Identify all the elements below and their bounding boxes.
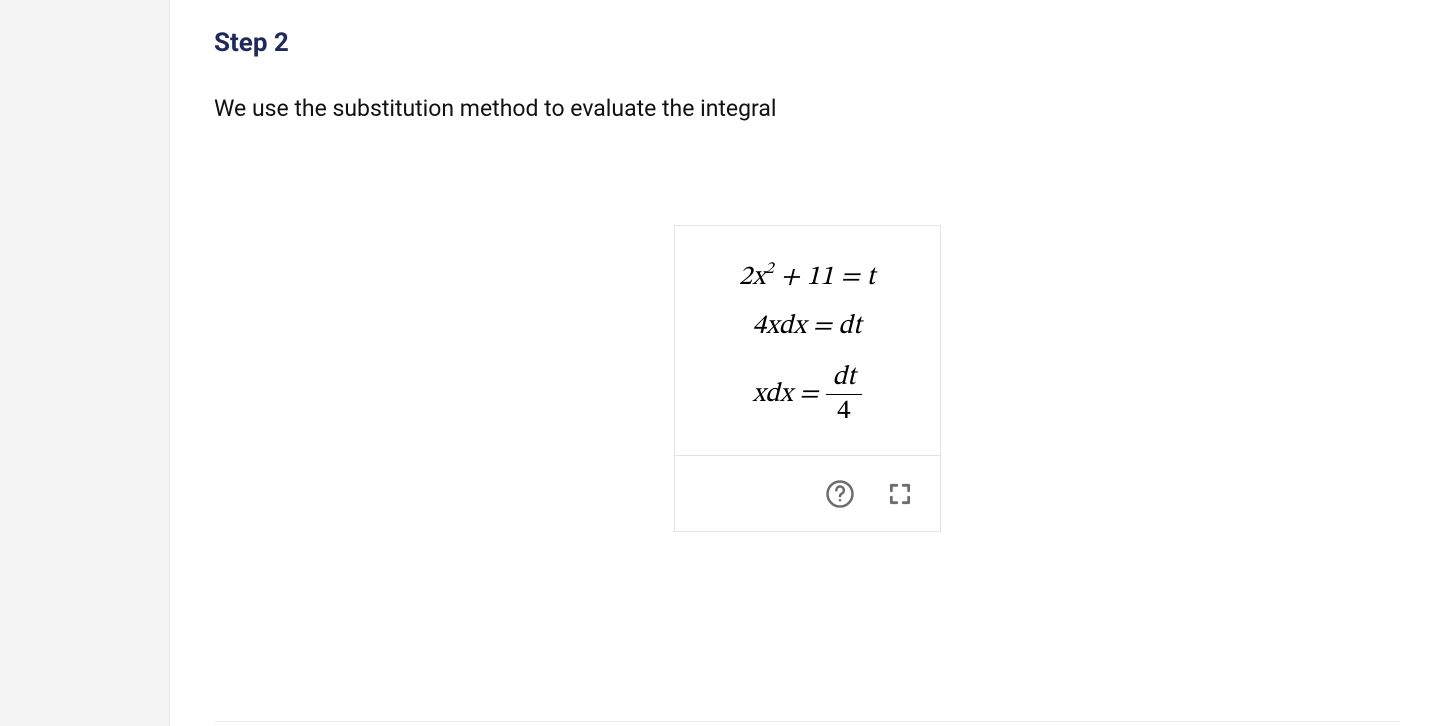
math-figure: 2x2 + 11 = t 4xdx = dt xdx = dt 4: [674, 225, 941, 532]
fraction-numerator: dt: [826, 362, 861, 393]
help-circle-icon: [825, 479, 855, 509]
math-line-3: xdx = dt 4: [752, 362, 861, 427]
divider: [214, 721, 1400, 722]
left-gutter: [0, 0, 170, 726]
step-heading: Step 2: [214, 28, 1400, 58]
fullscreen-button[interactable]: [884, 478, 916, 510]
math-line-1: 2x2 + 11 = t: [675, 262, 940, 291]
math-toolbar: [675, 455, 940, 531]
page-root: Step 2 We use the substitution method to…: [0, 0, 1444, 726]
intro-text: We use the substitution method to evalua…: [214, 92, 1400, 125]
math-body: 2x2 + 11 = t 4xdx = dt xdx = dt 4: [675, 226, 940, 455]
content-area: Step 2 We use the substitution method to…: [170, 0, 1444, 726]
math-line-3-lhs: xdx =: [752, 381, 818, 408]
help-button[interactable]: [824, 478, 856, 510]
fraction: dt 4: [826, 362, 861, 427]
math-line-2: 4xdx = dt: [675, 313, 940, 340]
fraction-bar: [826, 394, 861, 395]
fraction-denominator: 4: [831, 396, 856, 427]
fullscreen-icon: [887, 481, 913, 507]
